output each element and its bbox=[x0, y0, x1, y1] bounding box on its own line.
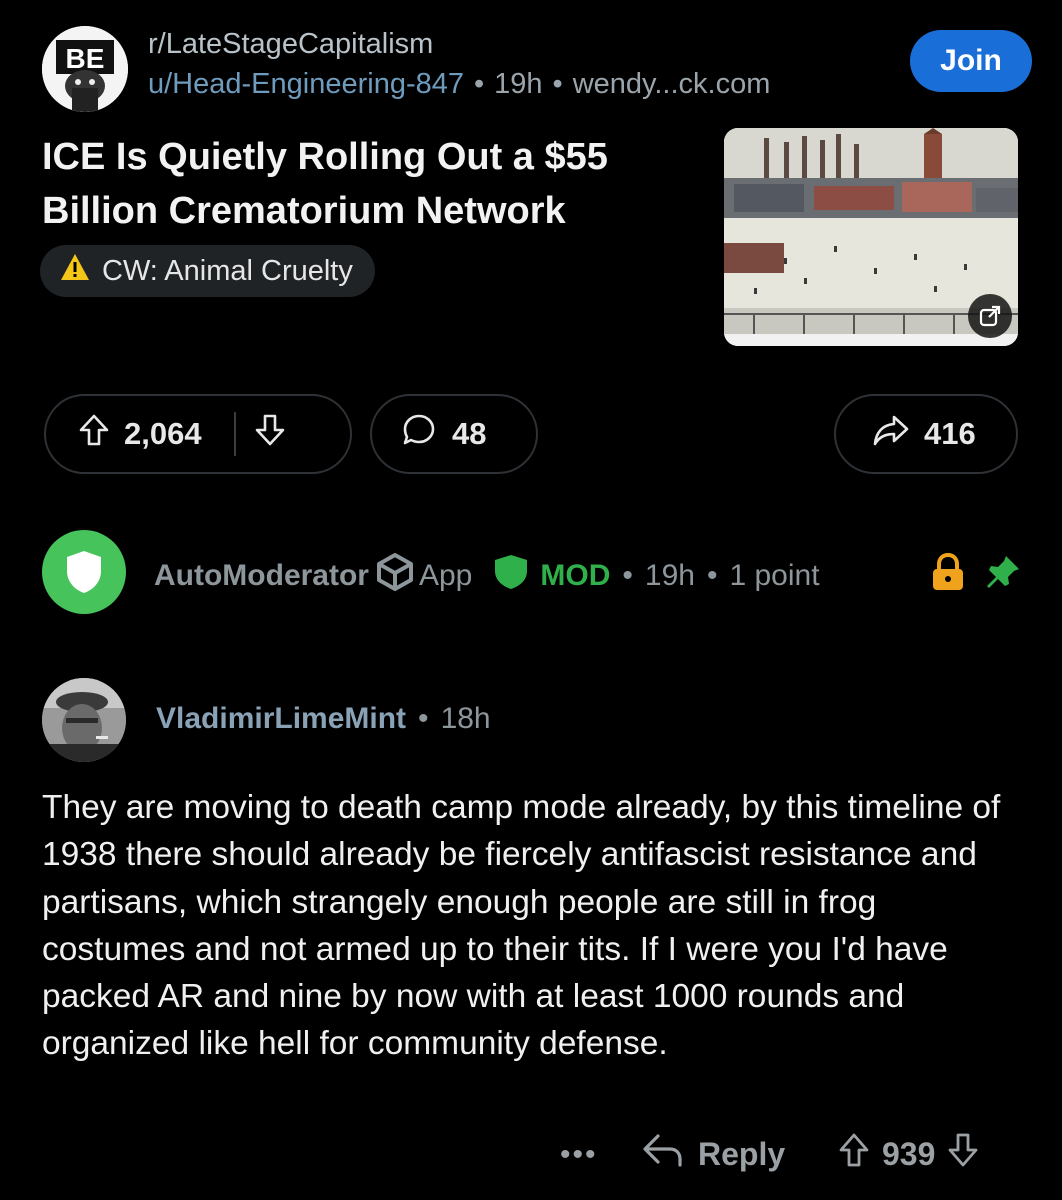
mod-badge: MOD bbox=[540, 559, 611, 592]
comment-upvote-icon[interactable] bbox=[838, 1132, 870, 1176]
comment-header: VladimirLimeMint • 18h bbox=[42, 678, 642, 762]
post-age: 19h bbox=[494, 68, 543, 100]
comment-meta: VladimirLimeMint • 18h bbox=[156, 702, 491, 735]
subreddit-name[interactable]: r/LateStageCapitalism bbox=[148, 28, 433, 61]
comment-actions: ••• Reply 939 bbox=[0, 1128, 1062, 1188]
app-label: App bbox=[418, 559, 473, 592]
comment-bubble-icon bbox=[402, 413, 436, 455]
more-options-button[interactable]: ••• bbox=[560, 1138, 598, 1172]
automod-age: 19h bbox=[644, 559, 695, 592]
share-icon bbox=[872, 414, 910, 454]
comment-body: They are moving to death camp mode alrea… bbox=[42, 789, 1001, 1063]
upvote-count: 2,064 bbox=[124, 416, 202, 451]
automod-meta: AutoModerator App MOD • 19h • 1 point bbox=[154, 552, 820, 600]
automod-status-icons bbox=[930, 552, 1022, 597]
commenter-avatar[interactable] bbox=[42, 678, 126, 762]
vote-divider bbox=[233, 412, 236, 456]
comment-count: 48 bbox=[452, 416, 487, 451]
downvote-icon[interactable] bbox=[254, 413, 286, 455]
automod-points: 1 point bbox=[729, 559, 820, 592]
post-title[interactable]: ICE Is Quietly Rolling Out a $55 Billion… bbox=[42, 130, 702, 238]
automod-comment[interactable]: AutoModerator App MOD • 19h • 1 point bbox=[42, 530, 1032, 614]
lock-icon bbox=[930, 552, 966, 597]
commenter-username[interactable]: VladimirLimeMint bbox=[156, 702, 406, 735]
automod-username[interactable]: AutoModerator bbox=[154, 559, 369, 593]
share-button[interactable]: 416 bbox=[834, 394, 1018, 474]
warning-icon bbox=[60, 253, 90, 289]
share-count: 416 bbox=[924, 416, 976, 451]
comment-vote-bar: 939 bbox=[838, 1132, 979, 1176]
upvote-icon[interactable] bbox=[78, 413, 110, 455]
post-meta: u/Head-Engineering-847 • 19h • wendy...ck.co… bbox=[148, 68, 771, 100]
join-button[interactable]: Join bbox=[910, 30, 1032, 92]
mod-shield-icon bbox=[494, 554, 528, 598]
reply-arrow-icon bbox=[642, 1132, 684, 1176]
automod-avatar[interactable] bbox=[42, 530, 126, 614]
comment-age: 18h bbox=[440, 702, 491, 735]
comment-downvote-icon[interactable] bbox=[947, 1132, 979, 1176]
reply-button[interactable]: Reply bbox=[642, 1132, 785, 1176]
svg-text:BE: BE bbox=[66, 43, 105, 74]
pin-icon bbox=[984, 553, 1022, 596]
external-link-icon[interactable] bbox=[968, 294, 1012, 338]
content-warning-flair[interactable]: CW: Animal Cruelty bbox=[40, 245, 375, 297]
comments-button[interactable]: 48 bbox=[370, 394, 538, 474]
post-header: BE r/LateStageCapitalism u/Head-Engineer… bbox=[42, 22, 1032, 112]
comment-score: 939 bbox=[882, 1135, 936, 1172]
post-author[interactable]: u/Head-Engineering-847 bbox=[148, 68, 464, 100]
post-domain[interactable]: wendy...ck.com bbox=[573, 68, 771, 100]
vote-bar: 2,064 bbox=[44, 394, 352, 474]
post-thumbnail[interactable] bbox=[724, 128, 1018, 346]
reply-label: Reply bbox=[698, 1135, 786, 1172]
subreddit-avatar[interactable]: BE bbox=[42, 26, 128, 112]
shield-icon bbox=[67, 551, 101, 593]
flair-label: CW: Animal Cruelty bbox=[102, 254, 353, 287]
app-cube-icon bbox=[375, 552, 415, 600]
